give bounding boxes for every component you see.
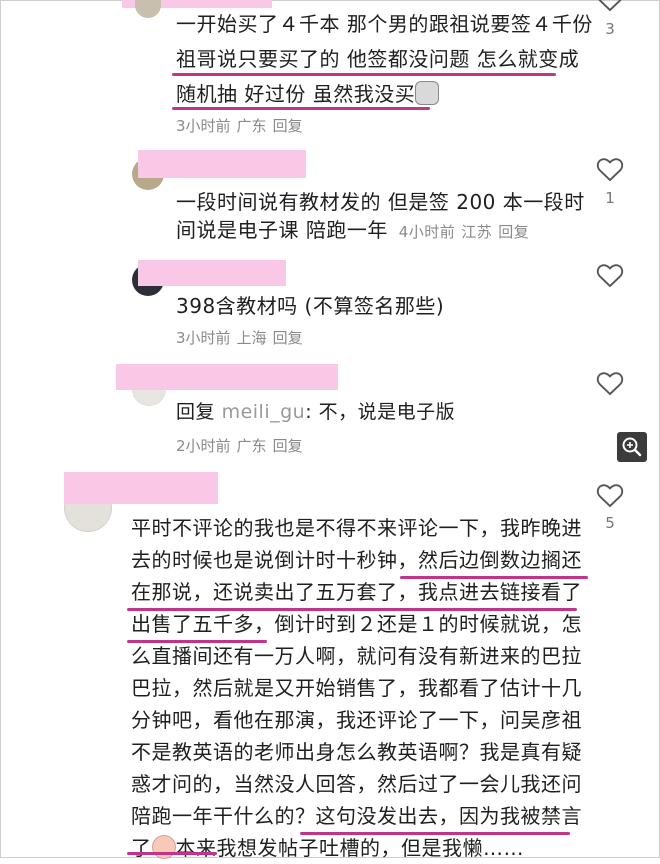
comment-location: 广东 [236,437,267,455]
reply-button[interactable]: 回复 [498,223,529,241]
redaction-mask [138,260,286,286]
crying-face-emoji-icon [151,835,176,859]
redaction-mask [138,150,306,178]
comment-text-line: 陪跑一年干什么的？这句没发出去，因为我被禁言 [131,804,582,828]
comment-text-line: 去的时候也是说倒计时十秒钟，然后边倒数边搁还 [131,548,582,572]
heart-outline-icon[interactable] [596,482,624,508]
highlight-underline [300,832,570,835]
redaction-mask [116,364,338,390]
highlight-underline [127,608,577,611]
comment-text-line: 随机抽 好过份 虽然我没买 [176,78,440,110]
zoom-in-icon [622,437,642,457]
cat-face-emoji-icon [415,81,440,105]
comment-text-line: 平时不评论的我也是不得不来评论一下，我昨晚进 [131,516,582,540]
redaction-mask [64,472,218,504]
highlight-underline [400,576,588,579]
like-count: 5 [605,514,615,532]
highlight-underline [127,640,267,643]
comment-text-line: 在那说，还说卖出了五万套了，我点进去链接看了 [131,580,582,604]
comment-text-line: 出售了五千多，倒计时到２还是１的时候就说，怎 [131,612,582,636]
heart-outline-icon[interactable] [596,262,624,288]
like-count: 1 [605,189,615,207]
comment-meta: 2小时前 广东 回复 [176,436,309,456]
comment-location: 江苏 [461,223,493,241]
comment-text-line: 一开始买了４千本 那个男的跟祖说要签４千份 [176,12,593,36]
comment-text-line: 了本来我想发帖子吐槽的，但是我懒…… [131,835,524,860]
heart-outline-icon[interactable] [596,0,624,12]
comment-location: 上海 [236,329,267,347]
reply-text: 回复 meili_gu: 不，说是电子版 [176,401,456,423]
reply-button[interactable]: 回复 [273,329,303,347]
heart-outline-icon[interactable] [596,370,624,396]
comment-location: 广东 [236,117,267,135]
comment-time: 4小时前 [398,223,456,241]
reply-button[interactable]: 回复 [273,117,303,135]
zoom-in-button[interactable] [617,432,647,462]
reply-username[interactable]: meili_gu [222,401,306,423]
comment-text-line: 398含教材吗 (不算签名那些) [176,294,445,318]
comment-text-line: 分钟吧，看他在那演，我还评论了一下，问吴彦祖 [131,708,582,732]
comment-text-line: 不是教英语的老师出身怎么教英语啊？我是真有疑 [131,740,582,764]
comment-text-line: 间说是电子课 陪跑一年 4小时前 江苏 回复 [176,218,530,242]
comment-text-line: 惑才问的，当然没人回答，然后过了一会儿我还问 [131,772,582,796]
reply-button[interactable]: 回复 [273,437,303,455]
comment-text-line: 巴拉，然后就是又开始销售了，我都看了估计十几 [131,676,582,700]
highlight-underline [172,107,430,110]
comment-time: 2小时前 [176,437,231,455]
like-count: 3 [605,20,615,38]
comment-meta: 3小时前 广东 回复 [176,116,309,136]
heart-outline-icon[interactable] [596,156,624,182]
comment-text-line: 祖哥说只要买了的 他签都没问题 怎么就变成 [176,47,580,71]
highlight-underline [172,73,556,76]
comment-time: 3小时前 [176,329,231,347]
highlight-underline [127,852,217,855]
comment-time: 3小时前 [176,117,231,135]
comment-text-line: 么直播间还有一万人啊，就问有没有新进来的巴拉 [131,644,582,668]
comment-meta: 3小时前 上海 回复 [176,328,309,348]
